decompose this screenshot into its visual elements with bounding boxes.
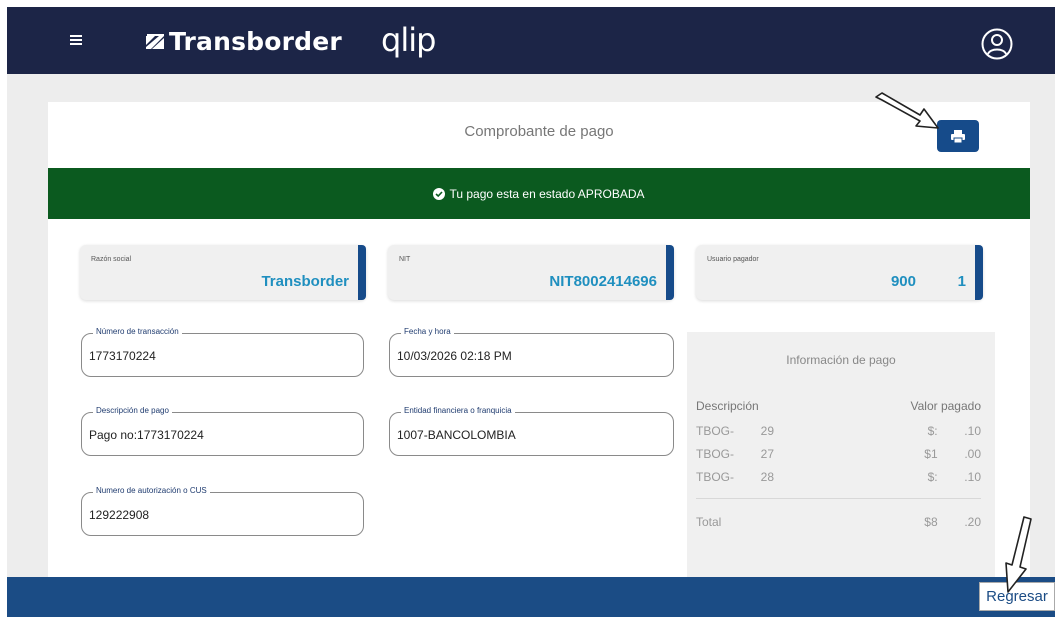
print-icon bbox=[951, 129, 965, 143]
nit-label: NIT bbox=[399, 256, 411, 263]
payment-row-valor: $1 .00 bbox=[924, 447, 981, 461]
accent-bar bbox=[358, 245, 366, 300]
usuario-pagador-value: 900 1 bbox=[890, 273, 966, 290]
check-circle-icon bbox=[433, 187, 446, 200]
usuario-pagador-box: Usuario pagador 900 1 bbox=[696, 245, 983, 300]
payment-row-valor: $: .10 bbox=[927, 470, 981, 484]
autorizacion-field: Numero de autorización o CUS 129222908 bbox=[81, 486, 364, 536]
annotation-arrow-icon bbox=[1005, 516, 1032, 593]
print-button[interactable] bbox=[937, 120, 979, 152]
razon-social-label: Razón social bbox=[91, 256, 132, 263]
usuario-pagador-label: Usuario pagador bbox=[707, 256, 759, 263]
top-navbar: Transborder qlip bbox=[7, 7, 1055, 74]
user-circle-icon[interactable] bbox=[981, 28, 1013, 60]
entidad-field: Entidad financiera o franquicia 1007-BAN… bbox=[389, 406, 674, 456]
accent-bar bbox=[975, 245, 983, 300]
fecha-field: Fecha y hora 10/03/2026 02:18 PM bbox=[389, 327, 674, 377]
descripcion-label: Descripción de pago bbox=[93, 406, 172, 415]
nit-box: NIT NIT8002414696 bbox=[388, 245, 674, 300]
bottom-bar bbox=[7, 577, 1055, 617]
descripcion-field: Descripción de pago Pago no:1773170224 bbox=[81, 406, 364, 456]
status-banner: Tu pago esta en estado APROBADA bbox=[48, 168, 1030, 219]
brand-logo[interactable]: Transborder bbox=[145, 27, 342, 56]
razon-social-box: Razón social Transborder bbox=[80, 245, 366, 300]
autorizacion-label: Numero de autorización o CUS bbox=[93, 486, 210, 495]
payment-info-title: Información de pago bbox=[786, 353, 896, 367]
brand-name: Transborder bbox=[169, 27, 342, 56]
status-text: Tu pago esta en estado APROBADA bbox=[449, 186, 645, 201]
descripcion-value: Pago no:1773170224 bbox=[89, 428, 204, 442]
payment-row-desc: TBOG- 29 bbox=[696, 424, 775, 438]
logo-mark-icon bbox=[146, 33, 164, 49]
total-label: Total bbox=[696, 515, 722, 529]
entidad-value: 1007-BANCOLOMBIA bbox=[397, 428, 516, 442]
fecha-label: Fecha y hora bbox=[401, 327, 454, 336]
transaccion-field: Número de transacción 1773170224 bbox=[81, 327, 364, 377]
payment-row-desc: TBOG- 28 bbox=[696, 470, 775, 484]
transaccion-label: Número de transacción bbox=[93, 327, 182, 336]
payment-info-panel: Información de pago Descripción Valor pa… bbox=[687, 332, 995, 577]
total-value: $8 .20 bbox=[924, 515, 981, 529]
receipt-card: Comprobante de pago Tu pago esta en esta… bbox=[48, 102, 1030, 577]
autorizacion-value: 129222908 bbox=[89, 508, 150, 522]
nit-value: NIT8002414696 bbox=[549, 273, 657, 290]
annotation-arrow-icon bbox=[875, 92, 939, 129]
accent-bar bbox=[666, 245, 674, 300]
transaccion-value: 1773170224 bbox=[89, 349, 156, 363]
product-name: qlip bbox=[381, 21, 436, 59]
payment-row-valor: $: .10 bbox=[927, 424, 981, 438]
payment-row-desc: TBOG- 27 bbox=[696, 447, 775, 461]
hamburger-icon[interactable] bbox=[70, 35, 82, 45]
divider bbox=[696, 498, 981, 499]
col-valor-header: Valor pagado bbox=[910, 399, 982, 413]
entidad-label: Entidad financiera o franquicia bbox=[401, 406, 515, 415]
razon-social-value: Transborder bbox=[261, 273, 349, 290]
fecha-value: 10/03/2026 02:18 PM bbox=[397, 349, 512, 363]
col-descripcion-header: Descripción bbox=[696, 399, 759, 413]
